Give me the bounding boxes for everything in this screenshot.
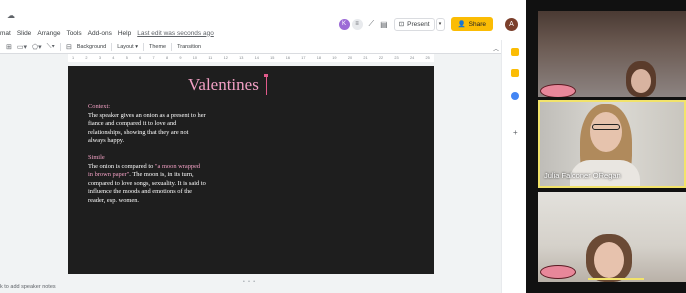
keep-notes-icon[interactable] [511, 48, 519, 56]
ruler-tick: 13 [239, 56, 244, 60]
collapse-toolbar-icon[interactable]: ︿ [493, 44, 499, 53]
ruler-tick: 10 [192, 56, 198, 60]
tasks-icon[interactable] [511, 92, 519, 100]
slide-body-textbox[interactable]: Context: The speaker gives an onion as a… [88, 103, 206, 206]
active-speaker-tile[interactable]: Julia Falconer ORegan [538, 100, 686, 188]
account-avatar[interactable]: A [505, 17, 518, 31]
side-panel: + [501, 40, 526, 293]
shape-icon[interactable]: ⬠▾ [32, 43, 42, 51]
last-edit-link[interactable]: Last edit was seconds ago [137, 30, 214, 37]
calendar-icon[interactable] [511, 69, 519, 77]
menu-addons[interactable]: Add-ons [88, 30, 112, 37]
menu-arrange[interactable]: Arrange [37, 30, 60, 37]
formatting-toolbar: ⊞ ▭▾ ⬠▾ ⟍▾ ⊟ Background Layout ▾ Theme T… [0, 40, 526, 54]
ruler-tick: 8 [165, 56, 169, 60]
collaborator-avatar[interactable]: K [338, 18, 350, 30]
ruler-tick: 1 [72, 56, 75, 60]
share-label: Share [468, 20, 486, 28]
participant-face [594, 242, 624, 278]
ruler-tick: 12 [223, 56, 228, 60]
present-icon: ⊡ [398, 21, 405, 28]
ruler-tick: 14 [254, 56, 259, 60]
context-text: The speaker gives an onion as a present … [88, 111, 206, 145]
ruler-tick: 4 [112, 56, 115, 60]
present-button[interactable]: ⊡ Present [393, 17, 435, 31]
transition-button[interactable]: Transition [177, 44, 201, 50]
ruler-tick: 20 [347, 56, 353, 60]
toolbar-divider [59, 42, 61, 51]
background-button[interactable]: Background [77, 44, 106, 50]
menu-bar: mat Slide Arrange Tools Add-ons Help Las… [0, 27, 214, 39]
menu-format[interactable]: mat [0, 30, 11, 37]
slide-canvas[interactable]: Valentines Context: The speaker gives an… [68, 66, 434, 293]
cloud-status-icon[interactable]: ☁ [7, 11, 15, 20]
resize-handle-dots[interactable]: • • • [243, 279, 256, 285]
ruler-tick: 7 [152, 56, 155, 60]
comment-add-icon[interactable]: ⊟ [66, 43, 72, 51]
menu-help[interactable]: Help [118, 30, 131, 37]
redacted-name-label [540, 265, 576, 279]
speaking-indicator [588, 278, 644, 280]
participant-tile[interactable] [538, 192, 686, 282]
ruler-tick: 15 [270, 56, 275, 60]
activity-trend-icon[interactable]: ⟋ [369, 19, 375, 29]
line-icon[interactable]: ⟍▾ [47, 43, 55, 51]
participant-face [631, 69, 651, 93]
simile-paragraph: The onion is compared to "a moon wrapped… [88, 163, 206, 206]
toolbar-divider [111, 42, 113, 51]
ruler-tick: 2 [85, 56, 88, 60]
ruler-tick: 9 [179, 56, 182, 60]
menu-slide[interactable]: Slide [17, 30, 31, 37]
ruler-tick: 24 [409, 56, 415, 60]
ruler-tick: 22 [378, 56, 384, 60]
simile-heading: Simile [88, 153, 105, 161]
share-people-icon: 👤 [457, 21, 466, 28]
simile-text-before: The onion is compared to [88, 162, 155, 170]
image-icon[interactable]: ▭▾ [17, 43, 27, 51]
ruler-tick: 25 [425, 56, 430, 60]
present-dropdown-button[interactable]: ▾ [435, 17, 445, 31]
menu-tools[interactable]: Tools [66, 30, 81, 37]
ruler-tick: 23 [394, 56, 399, 60]
text-cursor [266, 76, 267, 95]
context-heading: Context: [88, 103, 111, 110]
speaker-notes-placeholder[interactable]: k to add speaker notes [0, 284, 56, 290]
toolbar-divider [171, 42, 173, 51]
header-controls: K ≡ ⟋ ▤ ⊡ Present ▾ 👤 Share A [338, 17, 518, 31]
ruler-tick: 3 [98, 56, 101, 60]
ruler-tick: 11 [208, 56, 213, 60]
ruler-tick: 21 [363, 56, 368, 60]
ruler-tick: 5 [125, 56, 128, 60]
top-bar: ☁ mat Slide Arrange Tools Add-ons Help L… [0, 0, 526, 40]
ruler-tick: 16 [285, 56, 290, 60]
ruler-tick: 6 [139, 56, 142, 60]
layout-button[interactable]: Layout ▾ [117, 44, 138, 50]
ruler-tick: 19 [332, 56, 337, 60]
theme-button[interactable]: Theme [149, 44, 166, 50]
redacted-name-label [540, 84, 576, 97]
comment-icon[interactable]: ▤ [380, 20, 388, 29]
present-label: Present [407, 20, 430, 28]
participant-tile[interactable] [538, 11, 686, 97]
ruler: 1 2 3 4 5 6 7 8 9 10 11 12 13 14 15 16 17 18 19 20 21 22 23 24 2… [68, 54, 434, 62]
toolbar-divider [143, 42, 144, 51]
add-addon-icon[interactable]: + [513, 128, 518, 137]
ruler-tick: 17 [301, 56, 306, 60]
slide-title[interactable]: Valentines [188, 75, 259, 95]
text-box-icon[interactable]: ⊞ [6, 43, 12, 51]
glasses [592, 124, 620, 130]
slides-app: ☁ mat Slide Arrange Tools Add-ons Help L… [0, 0, 526, 293]
video-call-panel: Julia Falconer ORegan [526, 0, 686, 293]
share-button[interactable]: 👤 Share [450, 17, 493, 31]
participant-face [590, 112, 622, 152]
participant-name-label: Julia Falconer ORegan [544, 171, 621, 180]
ruler-tick: 18 [316, 56, 321, 60]
collaborator-more-icon[interactable]: ≡ [351, 18, 363, 30]
